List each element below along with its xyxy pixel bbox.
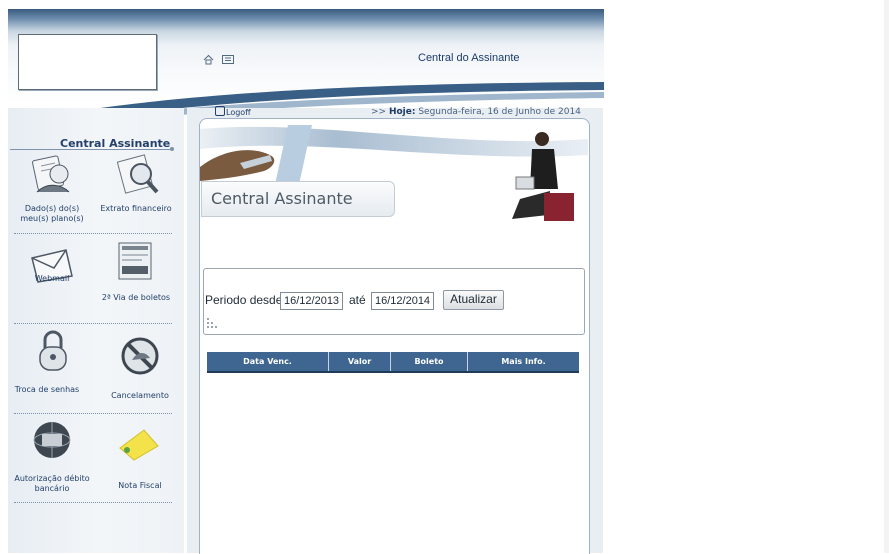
sidebar-item-label: Dado(s) do(s) meu(s) plano(s) (20, 204, 84, 223)
logoff-icon (215, 106, 225, 116)
to-date-input[interactable] (371, 292, 434, 310)
sidebar-item-label: Webmail (34, 274, 70, 283)
company-logo (18, 34, 157, 90)
boletos-table-header: Data Venc. Valor Boleto Mais Info. (207, 352, 579, 373)
sidebar-item-debito-bancario[interactable]: Autorização débito bancário (12, 418, 92, 502)
col-boleto[interactable]: Boleto (391, 352, 468, 371)
col-mais-info[interactable]: Mais Info. (468, 352, 579, 371)
col-valor[interactable]: Valor (329, 352, 391, 371)
ate-label: até (349, 293, 366, 307)
today-date: >> Hoje: Segunda-feira, 16 de Junho de 2… (371, 107, 581, 117)
sidebar-item-label: 2ª Via de boletos (101, 293, 171, 302)
sidebar-row-divider (14, 413, 172, 414)
padlock-icon (39, 330, 67, 371)
sidebar-divider-dot (170, 147, 174, 151)
bank-globe-icon (33, 422, 71, 458)
from-date-input[interactable] (280, 292, 343, 310)
sidebar-item-extrato[interactable]: Extrato financeiro (96, 152, 176, 232)
sidebar-item-meus-planos[interactable]: Dado(s) do(s) meu(s) plano(s) (12, 152, 92, 232)
contact-card-icon[interactable] (222, 55, 234, 64)
date-prefix: >> (371, 107, 389, 117)
periodo-label: Periodo desde (205, 293, 283, 307)
sticky-note-icon (119, 429, 159, 461)
sidebar-item-nota-fiscal[interactable]: Nota Fiscal (96, 418, 176, 502)
home-icon[interactable] (203, 54, 214, 65)
date-label: Hoje: (388, 107, 416, 117)
banner-title-box: Central Assinante (201, 181, 395, 217)
sidebar-item-webmail[interactable]: Webmail (12, 240, 92, 322)
date-value: Segunda-feira, 16 de Junho de 2014 (415, 107, 581, 117)
banner-title: Central Assinante (211, 189, 353, 208)
sidebar-row-divider (14, 502, 172, 503)
logoff-link[interactable]: Logoff (215, 106, 251, 117)
central-do-assinante-link[interactable]: Central do Assinante (418, 52, 520, 64)
sidebar-item-label: Nota Fiscal (118, 481, 162, 490)
magnifier-icon (117, 154, 159, 194)
sidebar-row-divider (14, 323, 172, 324)
logoff-label: Logoff (226, 108, 251, 117)
person-document-icon (32, 155, 70, 193)
resize-grip-icon (207, 318, 217, 328)
sidebar-item-label: Cancelamento (111, 391, 169, 400)
sidebar-item-label: Extrato financeiro (100, 204, 172, 213)
sidebar-item-boletos[interactable]: 2ª Via de boletos (96, 240, 176, 322)
sidebar-row-divider (14, 233, 172, 234)
cancel-icon (121, 337, 159, 375)
sidebar-item-troca-senhas[interactable]: Troca de senhas (12, 328, 92, 412)
boleto-icon (118, 242, 152, 280)
scrollbar-track[interactable] (884, 0, 889, 553)
atualizar-button[interactable]: Atualizar (443, 290, 504, 310)
sidebar-divider (10, 149, 172, 150)
col-data-venc[interactable]: Data Venc. (207, 352, 329, 371)
sidebar-item-label: Troca de senhas (14, 385, 80, 394)
sidebar-item-label: Autorização débito bancário (14, 474, 90, 493)
sidebar-item-cancelamento[interactable]: Cancelamento (96, 328, 176, 412)
